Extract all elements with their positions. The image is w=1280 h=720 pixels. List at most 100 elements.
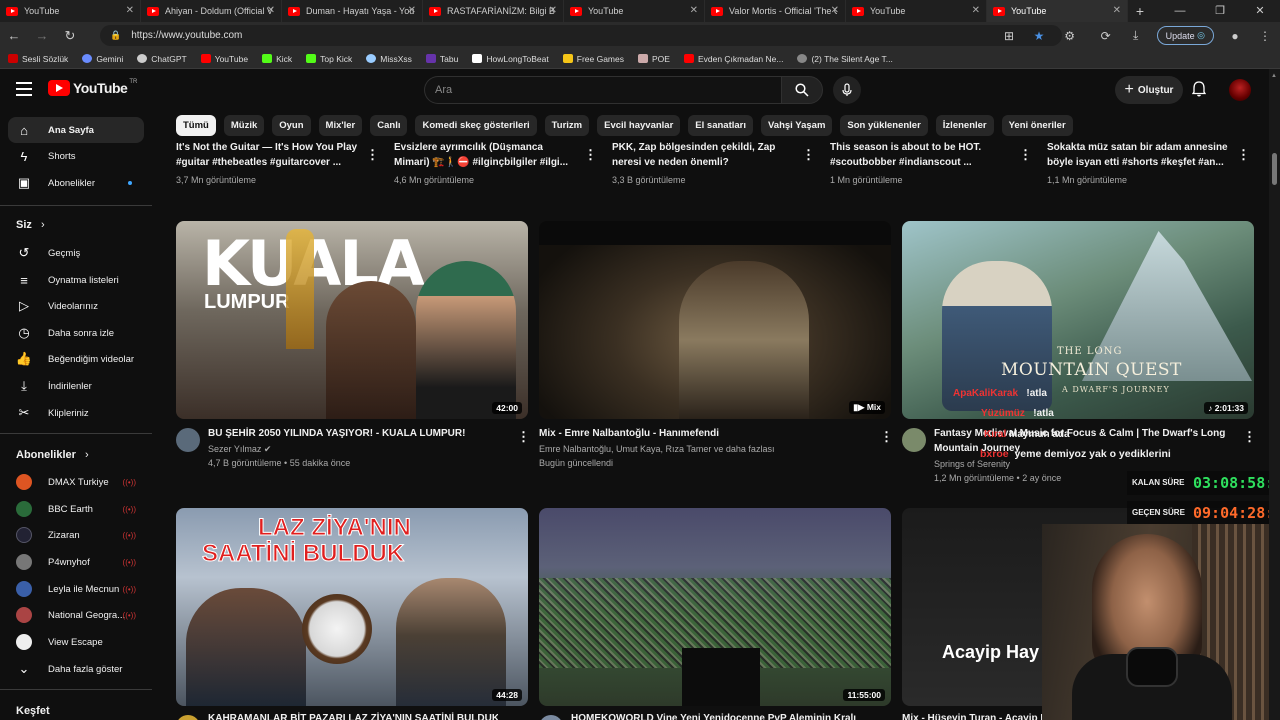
more-options-icon[interactable]: ⋮ — [1243, 429, 1256, 445]
section-heading-subscriptions[interactable]: Abonelikler › — [16, 449, 89, 461]
browser-tab[interactable]: RASTAFARİANİZM: Bilgi Bitki ✕ — [423, 0, 564, 22]
chip[interactable]: Müzik — [223, 115, 265, 136]
back-icon[interactable]: ← — [0, 28, 28, 43]
close-window-icon[interactable]: ✕ — [1240, 0, 1280, 22]
bookmark-item[interactable]: Tabu — [425, 54, 458, 64]
video-thumbnail[interactable]: ▮▶ Mix — [539, 221, 891, 419]
chip[interactable]: Vahşi Yaşam — [761, 115, 833, 136]
close-icon[interactable]: ✕ — [1113, 5, 1121, 16]
close-icon[interactable]: ✕ — [408, 5, 416, 16]
more-options-icon[interactable]: ⋮ — [802, 147, 815, 163]
close-icon[interactable]: ✕ — [267, 5, 275, 16]
bookmark-star-icon[interactable]: ★ — [1024, 29, 1054, 43]
maximize-icon[interactable]: ❐ — [1200, 0, 1240, 22]
browser-tab[interactable]: YouTube ✕ — [564, 0, 705, 22]
video-title[interactable]: KAHRAMANLAR BİT PAZARI LAZ ZİYA'NIN SAAT… — [208, 712, 498, 720]
chip[interactable]: Oyun — [272, 115, 311, 136]
apps-icon[interactable]: ⊞ — [994, 29, 1024, 43]
voice-search-button[interactable] — [833, 76, 861, 104]
sidebar-subscription[interactable]: Zizaran ((•)) — [8, 522, 144, 548]
video-title[interactable]: BU ŞEHİR 2050 YILINDA YAŞIYOR! - KUALA L… — [208, 427, 465, 441]
more-options-icon[interactable]: ⋮ — [1237, 147, 1250, 163]
more-options-icon[interactable]: ⋮ — [1019, 147, 1032, 163]
chip[interactable]: Yeni öneriler — [1001, 115, 1073, 136]
sidebar-item-your-videos[interactable]: ▷ Videolarınız — [8, 293, 144, 319]
extension-icon[interactable]: ⚙ — [1055, 29, 1085, 43]
chip[interactable]: Son yüklenenler — [840, 115, 928, 136]
video-title-line2[interactable]: #scoutbobber #indianscout ... — [830, 156, 972, 170]
sidebar-item-home[interactable]: ⌂ Ana Sayfa — [8, 117, 144, 143]
account-avatar[interactable] — [1229, 79, 1251, 101]
channel-avatar[interactable] — [176, 428, 200, 452]
channel-avatar[interactable] — [902, 428, 926, 452]
close-icon[interactable]: ✕ — [690, 5, 698, 16]
bookmark-item[interactable]: POE — [638, 54, 670, 64]
video-thumbnail[interactable]: 11:55:00 — [539, 508, 891, 706]
browser-tab[interactable]: Ahiyan - Doldum (Official Vi ✕ — [141, 0, 282, 22]
chip[interactable]: El sanatları — [688, 115, 753, 136]
lock-icon[interactable]: 🔒 — [110, 30, 121, 41]
menu-dots-icon[interactable]: ⋮ — [1250, 29, 1280, 43]
close-icon[interactable]: ✕ — [831, 5, 839, 16]
refresh-extension-icon[interactable]: ⟳ — [1091, 29, 1121, 43]
bookmark-item[interactable]: Evden Çıkmadan Ne... — [683, 54, 783, 64]
bookmark-item[interactable]: Free Games — [562, 54, 624, 64]
notifications-bell-icon[interactable] — [1191, 81, 1207, 100]
close-icon[interactable]: ✕ — [126, 5, 134, 16]
sidebar-subscription[interactable]: P4wnyhof ((•)) — [8, 549, 144, 575]
bookmark-item[interactable]: (2) The Silent Age T... — [797, 54, 893, 64]
create-button[interactable]: + Oluştur — [1115, 76, 1183, 104]
channel-name[interactable]: Sezer Yılmaz ✔ — [208, 444, 271, 455]
section-heading-you[interactable]: Siz › — [16, 219, 45, 231]
sidebar-item-clips[interactable]: ✂ Klipleriniz — [8, 400, 144, 426]
minimize-icon[interactable]: — — [1160, 0, 1200, 22]
video-title[interactable]: Sokakta müz satan bir adam annesine — [1047, 141, 1228, 155]
chip-all[interactable]: Tümü — [176, 115, 216, 136]
browser-tab-active[interactable]: YouTube ✕ — [987, 0, 1128, 22]
video-title[interactable]: HOMEKOWORLD Vine Yeni Yenidocenne PvP Al… — [571, 712, 856, 720]
video-title-line2[interactable]: Mimari) 🏗️🚶⛔ #ilginçbilgiler #ilgi... — [394, 156, 584, 170]
more-options-icon[interactable]: ⋮ — [366, 147, 379, 163]
sidebar-item-playlists[interactable]: ≡ Oynatma listeleri — [8, 267, 144, 293]
video-title[interactable]: PKK, Zap bölgesinden çekildi, Zap — [612, 141, 775, 155]
channel-avatar[interactable] — [539, 715, 563, 720]
scrollbar-thumb[interactable] — [1272, 153, 1277, 185]
bookmark-item[interactable]: YouTube — [200, 54, 248, 64]
browser-tab[interactable]: YouTube ✕ — [846, 0, 987, 22]
sidebar-item-downloads[interactable]: ⤓ İndirilenler — [8, 373, 144, 399]
update-button[interactable]: Update ◎ — [1156, 26, 1214, 45]
more-options-icon[interactable]: ⋮ — [880, 429, 893, 445]
bookmark-item[interactable]: ChatGPT — [137, 54, 187, 64]
sidebar-item-history[interactable]: ↺ Geçmiş — [8, 240, 144, 266]
chip[interactable]: Komedi skeç gösterileri — [415, 115, 537, 136]
sidebar-item-subscriptions[interactable]: ▣ Abonelikler — [8, 170, 144, 196]
video-title-line2[interactable]: neresi ve neden önemli? — [612, 156, 729, 170]
show-more-button[interactable]: ⌄ Daha fazla göster — [8, 656, 144, 682]
browser-tab[interactable]: Duman - Hayatı Yaşa - YouTu ✕ — [282, 0, 423, 22]
video-title[interactable]: This season is about to be HOT. — [830, 141, 981, 155]
sidebar-subscription[interactable]: View Escape — [8, 629, 144, 655]
chip[interactable]: Evcil hayvanlar — [597, 115, 681, 136]
sidebar-subscription[interactable]: BBC Earth ((•)) — [8, 496, 144, 522]
browser-tab[interactable]: YouTube ✕ — [0, 0, 141, 22]
bookmark-item[interactable]: Top Kick — [306, 54, 352, 64]
channel-avatar[interactable] — [176, 715, 200, 720]
search-input[interactable]: Ara — [424, 76, 781, 104]
channel-names[interactable]: Emre Nalbantoğlu, Umut Kaya, Rıza Tamer … — [539, 444, 774, 454]
sidebar-subscription[interactable]: DMAX Turkiye ((•)) — [8, 469, 144, 495]
video-title[interactable]: Mix - Emre Nalbantoğlu - Hanımefendi — [539, 427, 719, 441]
sidebar-subscription[interactable]: National Geogra... ((•)) — [8, 602, 144, 628]
chip[interactable]: Mix'ler — [318, 115, 363, 136]
more-options-icon[interactable]: ⋮ — [584, 147, 597, 163]
video-title[interactable]: Evsizlere ayrımcılık (Düşmanca — [394, 141, 543, 155]
bookmark-item[interactable]: MissXss — [366, 54, 412, 64]
address-bar[interactable]: 🔒 https://www.youtube.com — [100, 25, 1062, 46]
close-icon[interactable]: ✕ — [549, 5, 557, 16]
sidebar-item-watch-later[interactable]: ◷ Daha sonra izle — [8, 320, 144, 346]
new-tab-button[interactable]: + — [1128, 0, 1152, 22]
more-options-icon[interactable]: ⋮ — [517, 429, 530, 445]
bookmark-item[interactable]: Sesli Sözlük — [8, 54, 68, 64]
video-title-line2[interactable]: böyle isyan etti #shorts #keşfet #an... — [1047, 156, 1224, 170]
bookmark-item[interactable]: Kick — [262, 54, 292, 64]
sidebar-item-shorts[interactable]: ϟ Shorts — [8, 143, 144, 169]
